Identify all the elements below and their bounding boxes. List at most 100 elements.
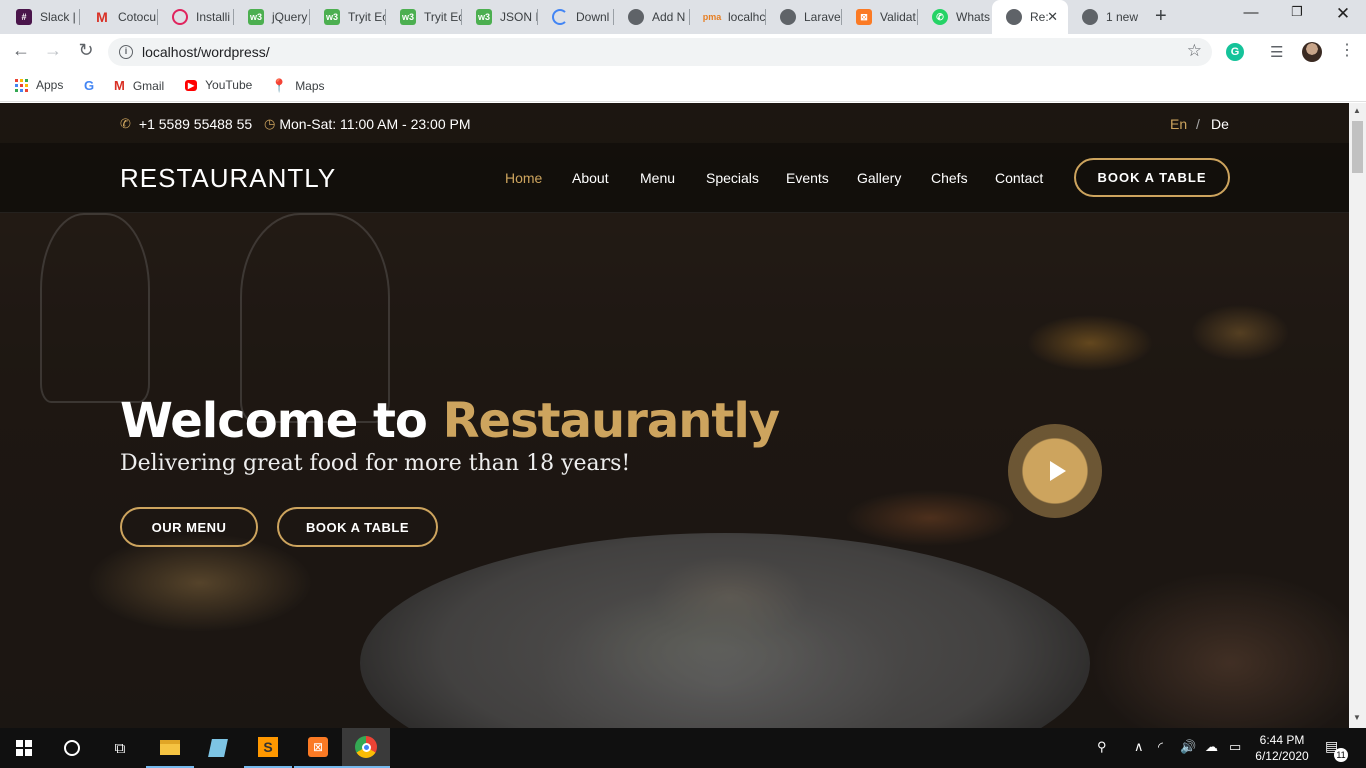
w3schools-icon: w3	[248, 9, 264, 25]
maximize-button[interactable]: ❐	[1287, 4, 1307, 20]
forward-button[interactable]: →	[42, 40, 64, 61]
windows-start-icon[interactable]	[0, 728, 48, 768]
xampp-app-icon[interactable]: ⊠	[294, 728, 342, 768]
our-menu-button[interactable]: OUR MENU	[120, 507, 258, 547]
apps-grid-icon	[15, 78, 28, 92]
phone-info: ✆ +1 5589 55488 55	[120, 116, 253, 132]
book-table-button[interactable]: BOOK A TABLE	[1074, 158, 1230, 197]
site-logo[interactable]: RESTAURANTLY	[120, 163, 336, 194]
people-icon[interactable]: ⚲	[1097, 739, 1107, 755]
bookmarks-bar: Apps G M Gmail ▶ YouTube 📍 Maps	[0, 70, 1366, 102]
w3schools-icon: w3	[400, 9, 416, 25]
w3schools-icon: w3	[476, 9, 492, 25]
clock-icon: ◷	[264, 116, 276, 131]
media-control-icon[interactable]: ☰	[1270, 43, 1283, 61]
browser-toolbar: ← → ↻ i localhost/wordpress/ ☆ G ☰ ⋮	[0, 34, 1366, 70]
lang-en-link[interactable]: En	[1170, 116, 1187, 132]
volume-icon[interactable]: 🔊	[1180, 739, 1196, 755]
slack-icon: #	[16, 9, 32, 25]
site-header: RESTAURANTLY Home About Menu Specials Ev…	[0, 143, 1349, 213]
scrollbar-thumb[interactable]	[1352, 121, 1363, 173]
loading-icon	[552, 9, 568, 25]
reload-button[interactable]: ↻	[75, 40, 97, 61]
wifi-icon[interactable]: ◜	[1158, 739, 1163, 755]
hero-subtitle: Delivering great food for more than 18 y…	[120, 451, 631, 476]
globe-icon	[1006, 9, 1022, 25]
battery-icon[interactable]: ▭	[1229, 739, 1241, 755]
back-button[interactable]: ←	[10, 40, 32, 61]
nav-about[interactable]: About	[572, 170, 609, 186]
bookmark-apps[interactable]: Apps	[15, 78, 63, 92]
site-topbar: ✆ +1 5589 55488 55 ◷ Mon-Sat: 11:00 AM -…	[0, 103, 1349, 143]
browser-tab[interactable]: w3 Tryit Ec	[310, 0, 386, 34]
browser-tab[interactable]: M Cotocu	[80, 0, 158, 34]
nav-specials[interactable]: Specials	[706, 170, 759, 186]
close-tab-icon[interactable]: ✕	[1047, 9, 1058, 25]
browser-tab[interactable]: ⊠ Validat	[842, 0, 918, 34]
gmail-icon: M	[114, 78, 125, 93]
chrome-app-icon[interactable]	[342, 728, 390, 768]
close-window-button[interactable]: ✕	[1333, 4, 1353, 24]
browser-tab[interactable]: w3 JSON I	[462, 0, 538, 34]
maps-pin-icon: 📍	[271, 78, 288, 93]
sublime-text-icon[interactable]: S	[244, 728, 292, 768]
globe-icon	[628, 9, 644, 25]
browser-tab[interactable]: Add N	[614, 0, 690, 34]
browser-tab[interactable]: Installi	[158, 0, 234, 34]
url-text[interactable]: localhost/wordpress/	[142, 44, 270, 60]
profile-avatar[interactable]	[1302, 42, 1322, 62]
task-view-icon[interactable]: ⧉	[96, 728, 144, 768]
windows-taskbar: ⧉ S ⊠ ⚲ ∧ ◜ 🔊 ☁ ▭ 6:44 PM 6/12/2020 ▤ 11	[0, 728, 1366, 768]
show-hidden-icons-chevron-icon[interactable]: ∧	[1134, 739, 1144, 755]
bookmark-maps[interactable]: 📍 Maps	[271, 78, 325, 94]
browser-tab[interactable]: pma localhc	[690, 0, 766, 34]
lang-de-link[interactable]: De	[1211, 116, 1229, 132]
gmail-icon: M	[96, 9, 108, 25]
xampp-icon: ⊠	[856, 9, 872, 25]
browser-tab-active[interactable]: Re: ✕	[992, 0, 1068, 34]
phone-icon: ✆	[120, 116, 131, 131]
info-icon[interactable]: i	[119, 45, 133, 59]
onedrive-cloud-icon[interactable]: ☁	[1205, 739, 1218, 755]
new-tab-button[interactable]: +	[1155, 5, 1167, 28]
browser-tab[interactable]: Larave	[766, 0, 842, 34]
minimize-button[interactable]: —	[1241, 4, 1261, 21]
nav-chefs[interactable]: Chefs	[931, 170, 968, 186]
nav-gallery[interactable]: Gallery	[857, 170, 901, 186]
play-video-button[interactable]	[1008, 424, 1102, 518]
scroll-up-arrow-icon[interactable]: ▲	[1353, 106, 1361, 115]
browser-tab[interactable]: # Slack |	[2, 0, 80, 34]
hero-book-table-button[interactable]: BOOK A TABLE	[277, 507, 438, 547]
browser-tab[interactable]: w3 Tryit Ec	[386, 0, 462, 34]
notepad-app-icon[interactable]	[194, 728, 242, 768]
grammarly-extension-icon[interactable]: G	[1226, 43, 1244, 61]
bookmark-gmail[interactable]: M Gmail	[114, 78, 164, 93]
tab-strip: # Slack | M Cotocu Installi w3 jQuery w3…	[0, 0, 1366, 34]
browser-tab[interactable]: w3 jQuery	[234, 0, 310, 34]
browser-tab[interactable]: ✆ Whats	[918, 0, 992, 34]
file-explorer-icon[interactable]	[146, 728, 194, 768]
browser-tab[interactable]: 1 new	[1068, 0, 1144, 34]
w3schools-icon: w3	[324, 9, 340, 25]
bookmark-google[interactable]: G	[84, 78, 102, 93]
play-icon	[1049, 461, 1066, 481]
page-scrollbar[interactable]: ▲ ▼	[1349, 103, 1366, 728]
page-viewport: ✆ +1 5589 55488 55 ◷ Mon-Sat: 11:00 AM -…	[0, 103, 1349, 728]
nav-events[interactable]: Events	[786, 170, 829, 186]
scroll-down-arrow-icon[interactable]: ▼	[1353, 713, 1361, 722]
hours-info: ◷ Mon-Sat: 11:00 AM - 23:00 PM	[264, 116, 471, 132]
nav-home[interactable]: Home	[505, 170, 542, 186]
search-circle-icon[interactable]	[48, 728, 96, 768]
google-icon: G	[84, 78, 95, 93]
nav-contact[interactable]: Contact	[995, 170, 1043, 186]
browser-menu-icon[interactable]: ⋮	[1339, 40, 1355, 60]
taskbar-clock[interactable]: 6:44 PM 6/12/2020	[1254, 732, 1310, 764]
browser-tab[interactable]: Downl	[538, 0, 614, 34]
youtube-icon: ▶	[185, 79, 198, 91]
address-bar[interactable]: i localhost/wordpress/ ☆	[108, 38, 1212, 66]
nav-menu[interactable]: Menu	[640, 170, 675, 186]
bookmark-star-icon[interactable]: ☆	[1187, 41, 1202, 61]
phpmyadmin-icon: pma	[702, 12, 722, 22]
whatsapp-icon: ✆	[932, 9, 948, 25]
bookmark-youtube[interactable]: ▶ YouTube	[185, 78, 252, 92]
